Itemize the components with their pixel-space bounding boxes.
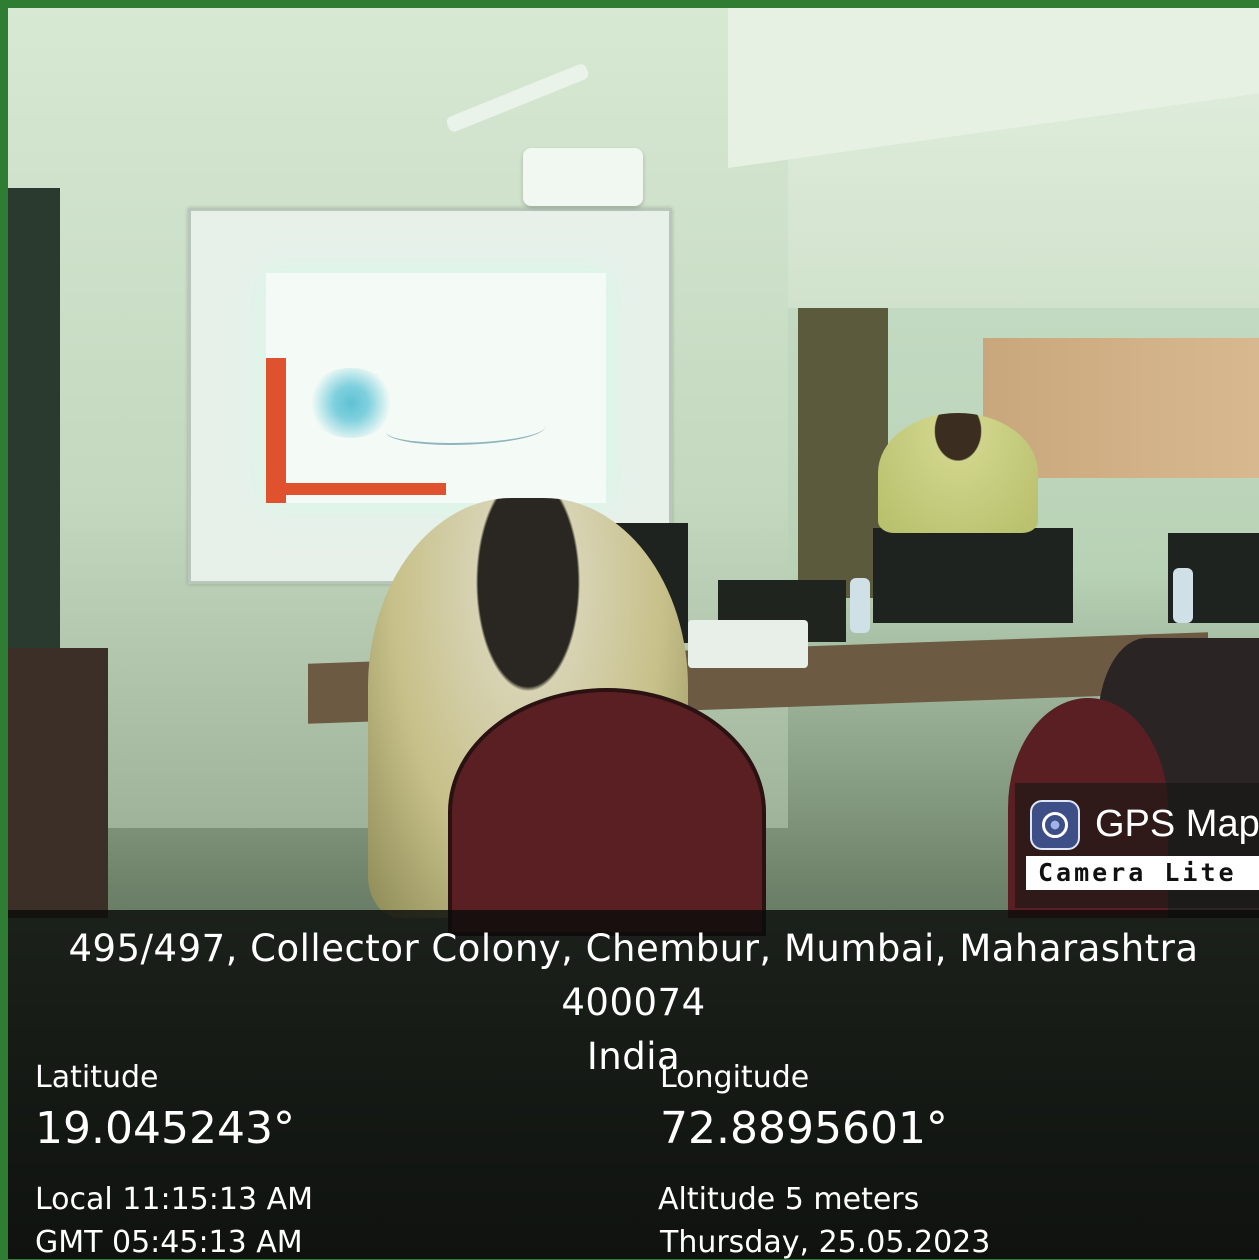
date: Thursday, 25.05.2023 [660, 1225, 991, 1260]
presenter [878, 413, 1038, 533]
address: 495/497, Collector Colony, Chembur, Mumb… [8, 922, 1259, 1084]
slide-accent [266, 358, 286, 503]
camera-lens-icon [1030, 800, 1080, 850]
altitude: Altitude 5 meters [658, 1182, 920, 1217]
desk-projector [688, 620, 808, 668]
local-time: Local 11:15:13 AM [35, 1182, 313, 1217]
address-line-2: India [586, 1035, 681, 1078]
gmt-time: GMT 05:45:13 AM [35, 1225, 303, 1260]
gps-badge-subtitle: Camera Lite [1026, 856, 1259, 890]
slide-accent [266, 483, 446, 495]
chair [448, 688, 766, 936]
longitude-value: 72.8895601° [660, 1103, 948, 1154]
neuron-illustration [306, 368, 396, 438]
gps-badge-title: GPS Map [1095, 803, 1259, 845]
latitude-label: Latitude [35, 1060, 159, 1095]
projector [523, 148, 643, 206]
gps-info-overlay: 495/497, Collector Colony, Chembur, Mumb… [8, 910, 1259, 1260]
longitude-label: Longitude [660, 1060, 810, 1095]
monitor [873, 528, 1073, 623]
address-line-1: 495/497, Collector Colony, Chembur, Mumb… [68, 927, 1199, 1024]
projected-slide [266, 273, 606, 503]
axon-illustration [386, 413, 546, 445]
shelf [8, 648, 108, 918]
latitude-value: 19.045243° [35, 1103, 295, 1154]
water-bottle [1173, 568, 1193, 623]
water-bottle [850, 578, 870, 633]
window-frame [8, 188, 60, 648]
